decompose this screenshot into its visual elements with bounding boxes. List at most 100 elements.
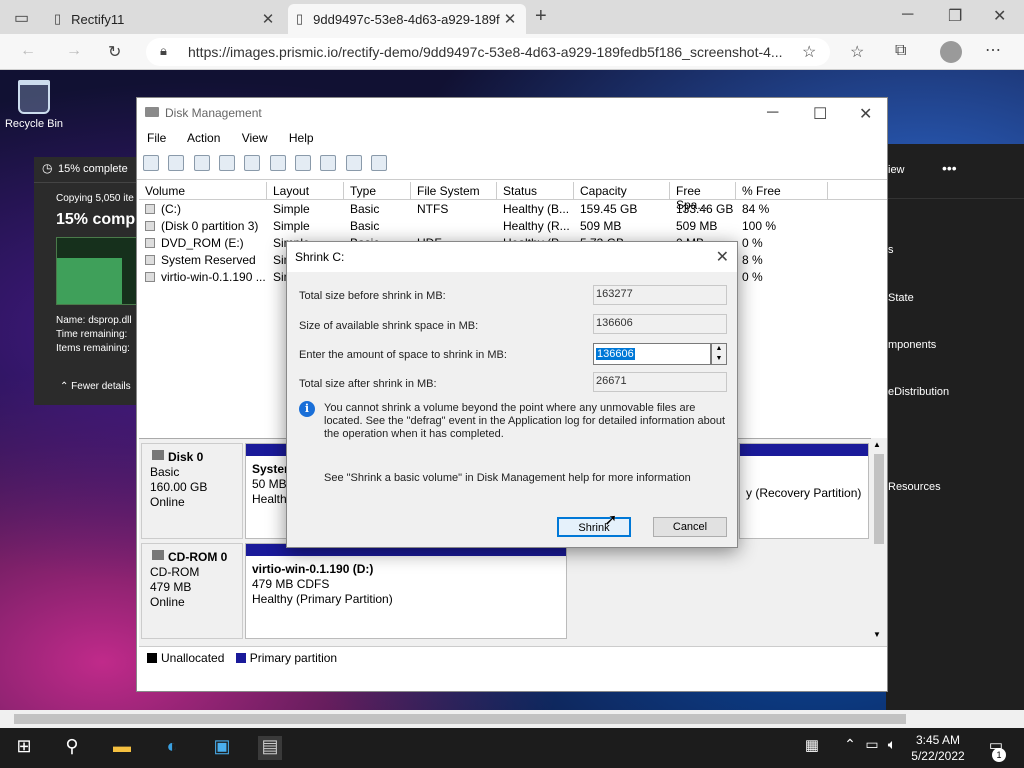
keyboard-icon[interactable]: ▦ <box>800 736 824 760</box>
shrink-button[interactable]: Shrink <box>557 517 631 537</box>
menu-file[interactable]: File <box>147 131 166 145</box>
window-title: Disk Management <box>165 106 262 120</box>
scroll-thumb[interactable] <box>14 714 906 724</box>
column-file-system[interactable]: File System <box>411 182 497 200</box>
search-icon[interactable] <box>345 155 362 171</box>
copy-header-text: 15% complete <box>58 163 128 175</box>
tab-screenshot[interactable]: ▯ 9dd9497c-53e8-4d63-a929-189f ✕ <box>288 4 526 34</box>
shrink-help-link[interactable]: See "Shrink a basic volume" in Disk Mana… <box>324 472 691 484</box>
cdrom-icon <box>152 550 164 560</box>
settings-icon[interactable] <box>371 155 388 171</box>
show-hidden-icon[interactable]: ⌃ <box>838 736 862 760</box>
column-status[interactable]: Status <box>497 182 574 200</box>
panel-item[interactable]: eDistribution <box>888 386 949 398</box>
close-window-icon[interactable]: ✕ <box>993 6 1006 26</box>
menu-help[interactable]: Help <box>289 131 314 145</box>
favorites-icon[interactable]: ☆ <box>850 42 864 62</box>
connect-icon[interactable] <box>269 155 286 171</box>
partition-virtio[interactable]: virtio-win-0.1.190 (D:) 479 MB CDFS Heal… <box>245 543 567 639</box>
minimize-icon[interactable]: ─ <box>767 104 778 122</box>
more-icon[interactable]: ⋯ <box>985 40 1001 60</box>
table-row[interactable]: (Disk 0 partition 3) Simple Basic Healthy (… <box>139 218 887 235</box>
edge-icon[interactable]: ◐ <box>160 736 184 760</box>
shrink-amount-value: 136606 <box>596 348 635 360</box>
disk-map-scrollbar[interactable]: ▲ ▼ <box>871 438 887 646</box>
partition-size: 50 MB <box>252 477 287 491</box>
fewer-details-button[interactable]: ⌃ Fewer details <box>60 381 131 392</box>
table-cell: 84 % <box>742 202 770 216</box>
profile-avatar[interactable] <box>940 41 962 63</box>
column-layout[interactable]: Layout <box>267 182 344 200</box>
recycle-bin[interactable]: Recycle Bin <box>4 80 64 130</box>
close-tab-icon[interactable]: ✕ <box>260 10 276 28</box>
cdrom-0-label[interactable]: CD-ROM 0 CD-ROM 479 MB Online <box>141 543 243 639</box>
partition-system-reserved[interactable]: System 50 MB Healthy <box>245 443 291 539</box>
collections-icon[interactable]: ⧉ <box>895 42 906 60</box>
scroll-down-icon[interactable]: ▼ <box>873 630 881 639</box>
mouse-cursor-icon: ➚ <box>604 512 618 529</box>
tab-actions-icon[interactable]: ▭ <box>14 8 29 28</box>
shrink-amount-stepper[interactable]: ▲ ▼ <box>711 343 727 365</box>
column-volume[interactable]: Volume <box>139 182 267 200</box>
table-cell: 0 % <box>742 270 763 284</box>
disk-management-taskbar-icon[interactable]: ▤ <box>258 736 282 760</box>
column-type[interactable]: Type <box>344 182 411 200</box>
url-field[interactable]: 🔒︎ https://images.prismic.io/rectify-dem… <box>146 38 830 66</box>
windows-start-icon[interactable]: ⊞ <box>12 736 36 760</box>
disk-0-label[interactable]: Disk 0 Basic 160.00 GB Online <box>141 443 243 539</box>
panel-item[interactable]: mponents <box>888 339 936 351</box>
copy-speed-graph <box>56 237 144 305</box>
view-label[interactable]: iew <box>888 164 905 176</box>
volume-icon <box>145 204 155 214</box>
menu-view[interactable]: View <box>242 131 268 145</box>
panel-item[interactable]: s <box>888 244 894 256</box>
close-icon[interactable]: ✕ <box>859 104 872 124</box>
column-percent-free[interactable]: % Free <box>736 182 828 200</box>
shrink-dialog-titlebar: Shrink C: ✕ <box>287 242 737 272</box>
table-cell: 509 MB <box>580 219 622 233</box>
menu-action[interactable]: Action <box>187 131 220 145</box>
partition-recovery[interactable]: y (Recovery Partition) <box>739 443 869 539</box>
tab-rectify11[interactable]: ▯ Rectify11 ✕ <box>46 4 284 34</box>
forward-icon[interactable]: → <box>66 42 82 60</box>
list-icon[interactable] <box>244 155 261 171</box>
spin-up-icon[interactable]: ▲ <box>712 344 726 354</box>
cancel-button[interactable]: Cancel <box>653 517 727 537</box>
forward-icon[interactable] <box>168 155 185 171</box>
up-icon[interactable] <box>320 155 337 171</box>
check-icon[interactable] <box>295 155 312 171</box>
column-free-space[interactable]: Free Spa... <box>670 182 736 212</box>
shrink-amount-input[interactable]: 136606 <box>593 343 711 365</box>
minimize-icon[interactable]: ─ <box>902 6 913 24</box>
search-icon[interactable]: ⚲ <box>60 736 84 760</box>
close-icon[interactable]: ✕ <box>716 247 729 267</box>
disk-type: Basic <box>150 465 180 479</box>
table-row[interactable]: (C:) Simple Basic NTFS Healthy (B... 159.45 G… <box>139 201 887 218</box>
help-icon[interactable] <box>219 155 236 171</box>
dialog-title: Shrink C: <box>295 250 345 264</box>
page-horizontal-scrollbar[interactable] <box>0 710 1024 728</box>
store-icon[interactable]: ▣ <box>210 736 234 760</box>
column-capacity[interactable]: Capacity <box>574 182 670 200</box>
scroll-up-icon[interactable]: ▲ <box>873 440 881 449</box>
clock[interactable]: 3:45 AM 5/22/2022 <box>898 732 978 764</box>
panel-item[interactable]: State <box>888 292 914 304</box>
table-cell: (Disk 0 partition 3) <box>161 219 259 233</box>
add-favorite-icon[interactable]: ☆ <box>802 42 816 62</box>
refresh-icon[interactable]: ↻ <box>108 42 121 62</box>
file-explorer-icon[interactable]: ▬ <box>110 736 134 760</box>
back-icon[interactable]: ← <box>20 42 36 60</box>
restore-icon[interactable]: ❐ <box>948 6 962 26</box>
properties-icon[interactable] <box>193 155 210 171</box>
copy-progress-window: ◷ 15% complete Copying 5,050 ite 15% com… <box>34 157 144 405</box>
clock-icon: ◷ <box>42 161 53 175</box>
panel-item[interactable]: Resources <box>888 481 941 493</box>
back-icon[interactable] <box>143 155 159 171</box>
maximize-icon[interactable]: ☐ <box>813 104 827 124</box>
more-icon[interactable]: ••• <box>942 160 957 176</box>
page-icon: ▯ <box>54 11 62 26</box>
spin-down-icon[interactable]: ▼ <box>712 354 726 364</box>
new-tab-icon[interactable]: + <box>535 5 547 28</box>
fewer-details-label: Fewer details <box>71 381 131 392</box>
close-tab-icon[interactable]: ✕ <box>502 10 518 28</box>
